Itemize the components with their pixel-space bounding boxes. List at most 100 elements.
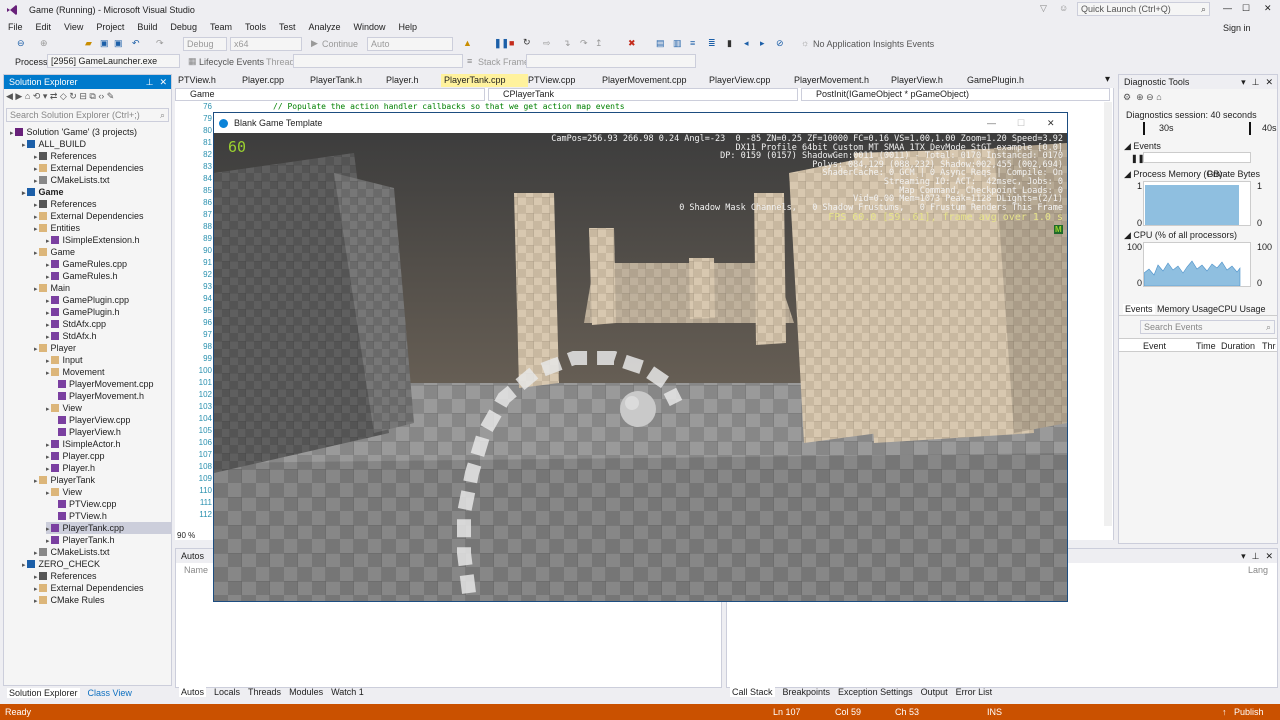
tab-class-view[interactable]: Class View bbox=[88, 688, 132, 698]
next-bookmark-icon[interactable]: ▸ bbox=[760, 38, 765, 49]
back-icon[interactable]: ⊖ bbox=[17, 38, 25, 49]
solution-search-input[interactable]: Search Solution Explorer (Ctrl+;) ⌕ bbox=[6, 108, 169, 122]
minimize-button[interactable]: — bbox=[1223, 3, 1232, 13]
class-nav-select[interactable]: CPlayerTank bbox=[488, 88, 798, 101]
tab-breakpoints[interactable]: Breakpoints bbox=[783, 687, 831, 697]
tree-item[interactable]: ▸ External Dependencies bbox=[34, 162, 144, 174]
member-nav-select[interactable]: PostInit(IGameObject * pGameObject) bbox=[801, 88, 1110, 101]
pin-icon[interactable]: ⊥ bbox=[146, 75, 154, 89]
tree-item[interactable]: ▸ Player.cpp bbox=[46, 450, 105, 462]
zoom-out-icon[interactable]: ⊖ bbox=[1146, 92, 1154, 102]
lang-column[interactable]: Lang bbox=[1248, 565, 1268, 575]
tree-item[interactable]: ▸ Game bbox=[22, 186, 63, 198]
memory-graph[interactable] bbox=[1143, 181, 1251, 226]
maximize-button[interactable]: ☐ bbox=[1242, 3, 1250, 14]
uncomment-icon[interactable]: ≣ bbox=[708, 38, 716, 49]
home-icon[interactable]: ◀ ▶ ⌂ ⟲ ▾ ⇄ ◇ ↻ ⊟ ⧉ ‹› ✎ bbox=[6, 91, 114, 101]
tree-item[interactable]: PTView.h bbox=[58, 510, 107, 522]
tab-overflow-icon[interactable]: ▾ bbox=[1105, 74, 1110, 85]
lifecycle-icon[interactable]: ▦ bbox=[188, 56, 197, 67]
autos-column-name[interactable]: Name bbox=[184, 565, 208, 575]
threads-icon[interactable]: ▥ bbox=[673, 38, 682, 49]
tree-item[interactable]: ▸ Entities bbox=[34, 222, 80, 234]
editor-tab[interactable]: PlayerMovement.h bbox=[794, 74, 869, 87]
editor-tab[interactable]: PlayerMovement.cpp bbox=[602, 74, 687, 87]
tree-item[interactable]: ▸ Input bbox=[46, 354, 83, 366]
column-duration[interactable]: Duration bbox=[1221, 341, 1255, 351]
tree-item[interactable]: ▸ CMakeLists.txt bbox=[34, 174, 109, 186]
menu-tools[interactable]: Tools bbox=[245, 22, 266, 32]
menu-window[interactable]: Window bbox=[354, 22, 386, 32]
save-icon[interactable]: ▣ bbox=[100, 38, 109, 49]
game-window[interactable]: Blank Game Template — ☐ ✕ 60 CamPos=256.… bbox=[213, 112, 1068, 602]
game-close-button[interactable]: ✕ bbox=[1047, 113, 1055, 133]
step-out-icon[interactable]: ↥ bbox=[595, 38, 603, 49]
tree-item[interactable]: ▸ External Dependencies bbox=[34, 210, 144, 222]
tree-item[interactable]: ▸ StdAfx.h bbox=[46, 330, 97, 342]
menu-debug[interactable]: Debug bbox=[170, 22, 197, 32]
exception-icon[interactable]: ✖ bbox=[628, 38, 636, 49]
menu-edit[interactable]: Edit bbox=[36, 22, 52, 32]
pin-icon[interactable]: ⊥ bbox=[1252, 75, 1260, 89]
events-track[interactable] bbox=[1143, 152, 1251, 163]
lifecycle-events-button[interactable]: Lifecycle Events bbox=[199, 57, 264, 67]
tab-exception-settings[interactable]: Exception Settings bbox=[838, 687, 913, 697]
column-time[interactable]: Time bbox=[1196, 341, 1216, 351]
forward-icon[interactable]: ⊕ bbox=[40, 38, 48, 49]
game-minimize-button[interactable]: — bbox=[987, 113, 996, 133]
settings-icon[interactable]: ⚙ bbox=[1123, 92, 1131, 102]
editor-scrollbar[interactable] bbox=[1104, 102, 1112, 526]
redo-icon[interactable]: ↷ bbox=[156, 38, 164, 49]
tree-item[interactable]: ▸ Player bbox=[34, 342, 76, 354]
tree-item[interactable]: PlayerView.cpp bbox=[58, 414, 130, 426]
show-next-statement-icon[interactable]: ⇨ bbox=[543, 38, 551, 49]
dropdown-icon[interactable]: ▾ bbox=[1241, 75, 1246, 89]
menu-help[interactable]: Help bbox=[399, 22, 418, 32]
tree-item[interactable]: ▸ GameRules.h bbox=[46, 270, 118, 282]
dropdown-icon[interactable]: ▾ bbox=[1241, 549, 1246, 563]
tree-item[interactable]: ▸ ISimpleActor.h bbox=[46, 438, 121, 450]
tree-item[interactable]: PlayerView.h bbox=[58, 426, 121, 438]
tab-watch-1[interactable]: Watch 1 bbox=[331, 687, 364, 697]
tab-output[interactable]: Output bbox=[921, 687, 948, 697]
pin-icon[interactable]: ⊥ bbox=[1252, 549, 1260, 563]
pause-icon[interactable]: ❚❚ bbox=[494, 38, 509, 49]
tab-call-stack[interactable]: Call Stack bbox=[730, 687, 775, 697]
tree-item[interactable]: PTView.cpp bbox=[58, 498, 116, 510]
zoom-level[interactable]: 90 % bbox=[177, 531, 195, 540]
comment-icon[interactable]: ≡ bbox=[690, 38, 695, 48]
stack-frame-select[interactable] bbox=[526, 54, 696, 68]
editor-tab[interactable]: PTView.h bbox=[178, 74, 216, 87]
fire-icon[interactable]: ▲ bbox=[463, 38, 472, 48]
tree-item[interactable]: ▸ StdAfx.cpp bbox=[46, 318, 106, 330]
search-events-input[interactable]: Search Events ⌕ bbox=[1140, 320, 1275, 334]
tree-item[interactable]: ▸ References bbox=[34, 570, 97, 582]
column-event[interactable]: Event bbox=[1143, 341, 1166, 351]
tree-item[interactable]: ▸ GameRules.cpp bbox=[46, 258, 127, 270]
prev-bookmark-icon[interactable]: ◂ bbox=[744, 38, 749, 49]
tab-events[interactable]: Events bbox=[1123, 304, 1155, 314]
hex-icon[interactable]: ▤ bbox=[656, 38, 665, 49]
tree-item[interactable]: ▸ PlayerTank bbox=[34, 474, 95, 486]
close-button[interactable]: ✕ bbox=[1264, 3, 1272, 14]
tree-item[interactable]: ▸ Player.h bbox=[46, 462, 95, 474]
tree-item[interactable]: ▸ Movement bbox=[46, 366, 105, 378]
bookmark-icon[interactable]: ▮ bbox=[727, 38, 732, 49]
tree-item[interactable]: ▸ GamePlugin.cpp bbox=[46, 294, 129, 306]
editor-tab[interactable]: GamePlugin.h bbox=[967, 74, 1024, 87]
tree-item[interactable]: ▸ ISimpleExtension.h bbox=[46, 234, 140, 246]
tree-item[interactable]: ▸ PlayerTank.cpp bbox=[46, 522, 171, 534]
tree-item[interactable]: ▸ CMake Rules bbox=[34, 594, 105, 606]
insights-icon[interactable]: ☼ bbox=[801, 38, 809, 48]
editor-tab[interactable]: PTView.cpp bbox=[528, 74, 575, 87]
tab-error-list[interactable]: Error List bbox=[956, 687, 993, 697]
tree-item[interactable]: ▸ References bbox=[34, 150, 97, 162]
publish-icon[interactable]: ↑ bbox=[1222, 704, 1227, 720]
tree-item[interactable]: ▸ Main bbox=[34, 282, 70, 294]
reset-view-icon[interactable]: ⌂ bbox=[1156, 92, 1161, 102]
play-icon[interactable]: ▶ bbox=[311, 38, 318, 49]
save-all-icon[interactable]: ▣ bbox=[114, 38, 123, 49]
process-select[interactable]: [2956] GameLauncher.exe bbox=[47, 54, 180, 68]
menu-test[interactable]: Test bbox=[279, 22, 296, 32]
tree-item[interactable]: ▸ PlayerTank.h bbox=[46, 534, 115, 546]
